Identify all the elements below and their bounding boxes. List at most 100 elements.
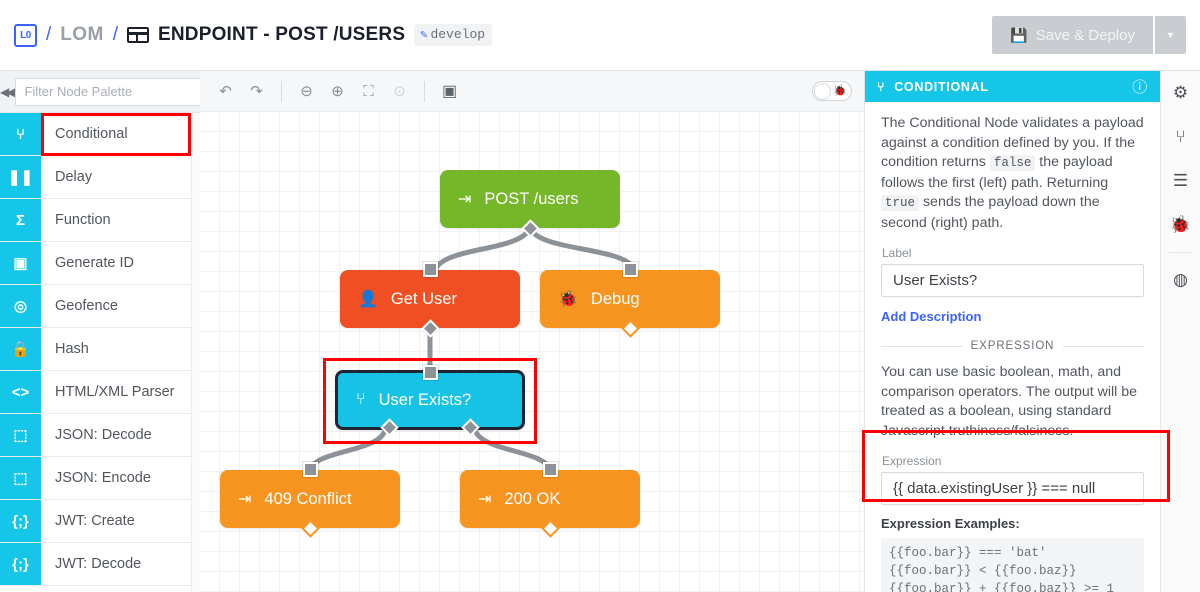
node-label: User Exists? xyxy=(378,390,472,409)
node-output-handle[interactable] xyxy=(620,319,640,338)
node-input-handle[interactable] xyxy=(423,262,438,277)
node-type-icon: ⬚ xyxy=(0,457,41,499)
palette-scrollbar[interactable] xyxy=(191,113,200,592)
node-input-handle[interactable] xyxy=(543,462,558,477)
add-note-button[interactable]: ▣ xyxy=(436,78,463,105)
node-type-icon: {;} xyxy=(0,500,41,542)
canvas-toolbar: ↶ ↷ ⊖ ⊕ ⛶ ⊙ ▣ 🐞 xyxy=(200,71,864,112)
save-button-label: Save & Deploy xyxy=(1035,26,1135,44)
node-type-icon: ⬚ xyxy=(0,414,41,456)
palette-item-jwt-create[interactable]: {;} JWT: Create xyxy=(0,500,200,543)
node-output-handle-false[interactable] xyxy=(380,418,399,437)
expression-section-label: EXPRESSION xyxy=(970,340,1055,352)
palette-item-function[interactable]: Σ Function xyxy=(0,199,200,242)
label-field-input[interactable] xyxy=(881,264,1144,297)
palette-toolbar: ◀◀ xyxy=(0,71,210,113)
node-output-handle-true[interactable] xyxy=(461,418,480,437)
app-logo[interactable]: L0 xyxy=(14,23,37,47)
flow-node-409[interactable]: ⇥ 409 Conflict xyxy=(220,462,400,538)
inspector-title: CONDITIONAL xyxy=(894,79,989,94)
settings-icon: ⚙ xyxy=(1172,83,1189,102)
node-output-handle[interactable] xyxy=(300,519,320,538)
branch-badge[interactable]: ✎ develop xyxy=(414,24,493,46)
flow-node-200[interactable]: ⇥ 200 OK xyxy=(460,462,640,538)
expression-field-input[interactable] xyxy=(881,472,1144,505)
palette-item-delay[interactable]: ❚❚ Delay xyxy=(0,156,200,199)
flow-node-user-exists[interactable]: ⑂ User Exists? xyxy=(335,365,525,437)
node-type-icon: ▣ xyxy=(0,242,41,284)
palette-item-label: Delay xyxy=(55,169,93,185)
add-description-link[interactable]: Add Description xyxy=(881,309,981,324)
toggle-knob xyxy=(814,82,831,100)
node-type-icon: Σ xyxy=(0,199,41,241)
breadcrumb: L0 / LOM / ENDPOINT - POST /USERS ✎ deve… xyxy=(0,23,493,47)
save-and-deploy-button[interactable]: 💾 Save & Deploy xyxy=(992,16,1153,54)
help-icon[interactable]: ⓘ xyxy=(1132,76,1148,97)
palette-item-label: Generate ID xyxy=(55,255,134,271)
zoom-reset-button[interactable]: ⊙ xyxy=(386,78,413,105)
undo-button[interactable]: ↶ xyxy=(212,78,239,105)
save-disk-icon: 💾 xyxy=(1010,26,1028,43)
filter-node-palette-input[interactable] xyxy=(15,77,210,106)
node-label: 200 OK xyxy=(504,489,561,508)
add-note-icon: ▣ xyxy=(441,83,458,100)
breadcrumb-org[interactable]: LOM xyxy=(60,24,103,46)
palette-item-label: JWT: Decode xyxy=(55,556,142,572)
conditional-description: The Conditional Node validates a payload… xyxy=(881,114,1144,233)
save-dropdown-button[interactable]: ▼ xyxy=(1153,16,1186,54)
palette-item-json-encode[interactable]: ⬚ JSON: Encode xyxy=(0,457,200,500)
flow-node-post-users[interactable]: ⇥ POST /users xyxy=(440,170,620,238)
palette-item-list[interactable]: ⑂ Conditional ❚❚ Delay Σ Function ▣ Generate ID… xyxy=(0,113,200,592)
rail-button-branch[interactable]: ⑂ xyxy=(1161,115,1200,159)
header-actions: 💾 Save & Deploy ▼ xyxy=(992,16,1200,54)
toolbar-divider-1 xyxy=(281,80,282,102)
node-icon: 👤 xyxy=(358,291,378,308)
inspector-body: The Conditional Node validates a payload… xyxy=(865,102,1160,592)
zoom-reset-icon: ⊙ xyxy=(393,83,406,100)
zoom-out-button[interactable]: ⊖ xyxy=(293,78,320,105)
redo-button[interactable]: ↷ xyxy=(243,78,270,105)
label-field-label: Label xyxy=(882,246,912,260)
flow-node-debug[interactable]: 🐞 Debug xyxy=(540,262,720,338)
canvas-grid[interactable]: ⇥ POST /users 👤 Get User 🐞 Debug ⑂ User Exists?… xyxy=(200,112,864,592)
palette-item-jwt-decode[interactable]: {;} JWT: Decode xyxy=(0,543,200,586)
breadcrumb-separator-1: / xyxy=(46,24,52,45)
node-icon: ⇥ xyxy=(238,491,252,508)
rail-button-bug[interactable]: 🐞 xyxy=(1161,203,1200,247)
node-type-icon: ⑂ xyxy=(0,113,41,155)
palette-item-geofence[interactable]: ◎ Geofence xyxy=(0,285,200,328)
collapse-arrows-icon: ◀◀ xyxy=(0,84,16,99)
rail-button-settings[interactable]: ⚙ xyxy=(1161,71,1200,115)
expression-section-header: EXPRESSION xyxy=(881,340,1144,352)
debug-mode-toggle[interactable]: 🐞 xyxy=(812,81,852,101)
palette-item-json-decode[interactable]: ⬚ JSON: Decode xyxy=(0,414,200,457)
node-output-handle[interactable] xyxy=(520,219,540,238)
right-icon-rail: ⚙ ⑂ ☰ 🐞 ◍ xyxy=(1160,71,1200,592)
node-input-handle[interactable] xyxy=(423,365,438,380)
inspector-header: ⑂ CONDITIONAL ⓘ xyxy=(865,71,1160,102)
palette-item-html-xml-parser[interactable]: <> HTML/XML Parser xyxy=(0,371,200,414)
zoom-out-icon: ⊖ xyxy=(300,83,313,100)
expression-examples-code: {{foo.bar}} === 'bat' {{foo.bar}} < {{fo… xyxy=(881,538,1144,592)
zoom-in-button[interactable]: ⊕ xyxy=(324,78,351,105)
palette-item-label: Hash xyxy=(55,341,89,357)
rail-button-database[interactable]: ☰ xyxy=(1161,159,1200,203)
node-label: Get User xyxy=(390,289,457,308)
code-true: true xyxy=(881,195,920,211)
collapse-palette-button[interactable]: ◀◀ xyxy=(0,71,16,113)
node-label: POST /users xyxy=(484,189,579,208)
endpoint-icon xyxy=(126,27,149,43)
branch-label: develop xyxy=(430,27,486,42)
node-input-handle[interactable] xyxy=(303,462,318,477)
palette-item-hash[interactable]: 🔒 Hash xyxy=(0,328,200,371)
palette-item-generate-id[interactable]: ▣ Generate ID xyxy=(0,242,200,285)
node-output-handle[interactable] xyxy=(540,519,560,538)
node-output-handle[interactable] xyxy=(420,319,440,338)
palette-item-label: JWT: Create xyxy=(55,513,135,529)
rail-button-globe[interactable]: ◍ xyxy=(1161,258,1200,302)
fit-screen-button[interactable]: ⛶ xyxy=(355,78,382,105)
flow-node-get-user[interactable]: 👤 Get User xyxy=(340,262,520,338)
node-input-handle[interactable] xyxy=(623,262,638,277)
branch-icon: ⑂ xyxy=(1175,127,1186,146)
palette-item-conditional[interactable]: ⑂ Conditional xyxy=(0,113,200,156)
